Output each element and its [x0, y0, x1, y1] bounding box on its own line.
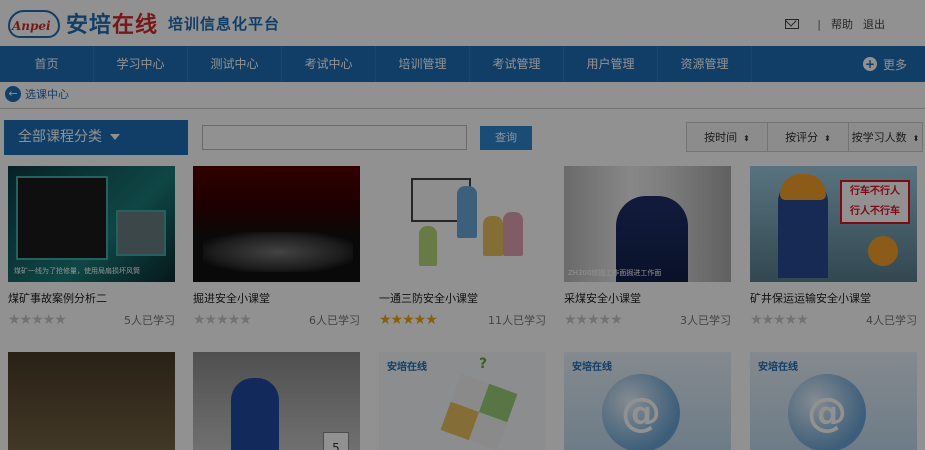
rating-stars: ★★★★★	[750, 312, 809, 328]
category-dropdown[interactable]: 全部课程分类	[4, 120, 188, 155]
caret-down-icon	[110, 134, 120, 140]
rating-stars: ★★★★★	[379, 312, 438, 328]
course-title[interactable]: 掘进安全小课堂	[193, 290, 360, 306]
thumbnail-logo: 安培在线	[572, 362, 612, 373]
sort-arrow-icon: ⬍	[824, 134, 831, 143]
sort-arrow-icon: ⬍	[743, 134, 750, 143]
course-card[interactable]: 行车不行人 行人不行车 矿井保运运输安全小课堂 ★★★★★ 4人已学习	[750, 166, 917, 328]
at-symbol-icon: @	[602, 374, 680, 450]
sort-arrow-icon: ⬍	[912, 134, 920, 143]
course-card[interactable]: 5	[193, 352, 360, 450]
logo[interactable]: Anpei 安培在线 培训信息化平台	[8, 6, 280, 40]
logo-subtitle: 培训信息化平台	[168, 14, 281, 33]
rating-stars: ★★★★★	[8, 312, 67, 328]
course-card[interactable]: 安培在线 ?	[379, 352, 546, 450]
search-input[interactable]	[202, 125, 467, 150]
main-nav: 首页 学习中心 测试中心 考试中心 培训管理 考试管理 用户管理 资源管理 + …	[0, 46, 925, 82]
logout-link[interactable]: 退出	[863, 16, 885, 32]
thumbnail-logo: 安培在线	[387, 362, 427, 373]
course-card[interactable]: 安培在线 @	[564, 352, 731, 450]
breadcrumb[interactable]: ← 选课中心	[5, 86, 69, 102]
header: Anpei 安培在线 培训信息化平台 | 帮助 退出	[0, 0, 925, 46]
question-mark-icon: ?	[479, 356, 488, 372]
learner-count: 6人已学习	[309, 314, 360, 327]
learner-count: 5人已学习	[124, 314, 175, 327]
rating-stars: ★★★★★	[564, 312, 623, 328]
nav-learning-center[interactable]: 学习中心	[94, 46, 188, 82]
course-thumbnail[interactable]: 安培在线 @	[564, 352, 731, 450]
search-button[interactable]: 查询	[480, 126, 532, 150]
course-thumbnail[interactable]: 安培在线 @	[750, 352, 917, 450]
course-thumbnail[interactable]: 5	[193, 352, 360, 450]
course-thumbnail[interactable]: 煤矿一线为了抢修量，使用局扇损坏风筒	[8, 166, 175, 282]
thumbnail-caption: 煤矿一线为了抢修量，使用局扇损坏风筒	[14, 267, 140, 275]
header-separator: |	[817, 17, 821, 31]
course-title[interactable]: 采煤安全小课堂	[564, 290, 731, 306]
nav-home[interactable]: 首页	[0, 46, 94, 82]
course-thumbnail[interactable]: ZH300综掘工作面掘进工作面	[564, 166, 731, 282]
nav-exam-center[interactable]: 考试中心	[282, 46, 376, 82]
thumbnail-number: 5	[323, 432, 349, 450]
sort-by-time[interactable]: 按时间 ⬍	[686, 122, 768, 152]
course-title[interactable]: 煤矿事故案例分析二	[8, 290, 175, 306]
header-actions: | 帮助 退出	[785, 16, 895, 32]
divider	[0, 108, 925, 109]
logo-text: 安培在线	[66, 13, 159, 38]
breadcrumb-label[interactable]: 选课中心	[25, 86, 69, 102]
nav-more-button[interactable]: + 更多	[862, 46, 907, 82]
course-thumbnail[interactable]: 行车不行人 行人不行车	[750, 166, 917, 282]
learner-count: 11人已学习	[488, 314, 546, 327]
help-link[interactable]: 帮助	[831, 16, 853, 32]
sort-options: 按时间 ⬍ 按评分 ⬍ 按学习人数 ⬍	[686, 122, 923, 152]
plus-icon: +	[862, 57, 877, 71]
course-thumbnail[interactable]	[193, 166, 360, 282]
mail-icon[interactable]	[785, 19, 800, 29]
course-card[interactable]: 煤矿一线为了抢修量，使用局扇损坏风筒 煤矿事故案例分析二 ★★★★★ 5人已学习	[8, 166, 175, 328]
nav-user-management[interactable]: 用户管理	[564, 46, 658, 82]
category-label: 全部课程分类	[18, 129, 102, 145]
learner-count: 4人已学习	[866, 314, 917, 327]
course-thumbnail[interactable]: 安培在线 ?	[379, 352, 546, 450]
nav-more-label: 更多	[882, 57, 907, 72]
course-card[interactable]: 安培在线 @	[750, 352, 917, 450]
logo-cloud-icon: Anpei	[8, 6, 60, 40]
nav-training-management[interactable]: 培训管理	[376, 46, 470, 82]
nav-test-center[interactable]: 测试中心	[188, 46, 282, 82]
course-card[interactable]: ZH300综掘工作面掘进工作面 采煤安全小课堂 ★★★★★ 3人已学习	[564, 166, 731, 328]
course-thumbnail[interactable]	[8, 352, 175, 450]
nav-exam-management[interactable]: 考试管理	[470, 46, 564, 82]
learner-count: 3人已学习	[680, 314, 731, 327]
logo-en: Anpei	[12, 19, 51, 33]
thumbnail-caption: ZH300综掘工作面掘进工作面	[568, 269, 662, 277]
thumbnail-sign: 行车不行人 行人不行车	[840, 180, 910, 224]
sort-by-learners[interactable]: 按学习人数 ⬍	[848, 122, 923, 152]
at-symbol-icon: @	[788, 374, 866, 450]
course-title[interactable]: 一通三防安全小课堂	[379, 290, 546, 306]
course-card[interactable]	[8, 352, 175, 450]
course-card[interactable]: 掘进安全小课堂 ★★★★★ 6人已学习	[193, 166, 360, 328]
course-card[interactable]: 一通三防安全小课堂 ★★★★★ 11人已学习	[379, 166, 546, 328]
course-title[interactable]: 矿井保运运输安全小课堂	[750, 290, 917, 306]
course-thumbnail[interactable]	[379, 166, 546, 282]
filter-bar: 全部课程分类 查询 按时间 ⬍ 按评分 ⬍ 按学习人数 ⬍	[4, 120, 923, 156]
nav-resource-management[interactable]: 资源管理	[658, 46, 752, 82]
rating-stars: ★★★★★	[193, 312, 252, 328]
back-arrow-icon[interactable]: ←	[5, 86, 21, 102]
sort-by-rating[interactable]: 按评分 ⬍	[767, 122, 849, 152]
thumbnail-logo: 安培在线	[758, 362, 798, 373]
